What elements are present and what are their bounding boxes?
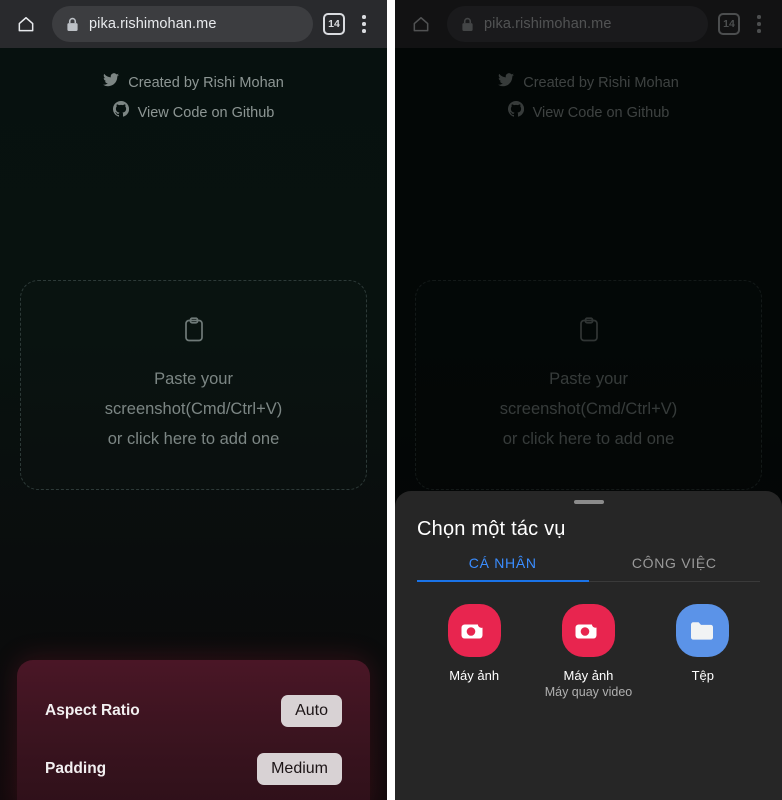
app-label: Máy ảnh	[563, 668, 614, 683]
credit-github[interactable]: View Code on Github	[0, 98, 387, 128]
app-label: Tệp	[691, 668, 715, 683]
lock-icon	[66, 17, 79, 32]
left-phone-screen: pika.rishimohan.me 14 Created by Rishi M…	[0, 0, 387, 800]
padding-value[interactable]: Medium	[257, 752, 342, 786]
camera-icon	[447, 604, 501, 657]
twitter-icon	[103, 68, 120, 98]
settings-card: Aspect Ratio Auto Padding Medium Backgro…	[17, 660, 370, 800]
folder-icon	[676, 604, 730, 657]
dropzone-line-3: or click here to add one	[107, 429, 280, 448]
web-page-content: Created by Rishi Mohan View Code on Gith…	[0, 48, 387, 800]
app-item-camera[interactable]: Máy ảnh	[417, 604, 531, 701]
app-label: Máy ảnh	[449, 668, 500, 683]
right-phone-screen: pika.rishimohan.me 14 Created by Rishi M…	[395, 0, 782, 800]
dual-screenshot-stage: pika.rishimohan.me 14 Created by Rishi M…	[0, 0, 782, 800]
app-item-camera-video[interactable]: Máy ảnh Máy quay video	[531, 604, 645, 701]
choose-task-bottom-sheet: Chọn một tác vụ CÁ NHÂN CÔNG VIỆC Máy ản…	[395, 491, 782, 800]
sheet-title: Chọn một tác vụ	[417, 518, 566, 540]
dropzone-line-2: screenshot(Cmd/Ctrl+V)	[104, 399, 283, 418]
credit-twitter-label: Created by Rishi Mohan	[128, 75, 284, 91]
credit-twitter[interactable]: Created by Rishi Mohan	[0, 68, 387, 98]
app-sublabel: Máy quay video	[544, 685, 633, 699]
home-icon[interactable]	[8, 6, 44, 42]
tab-counter-button[interactable]: 14	[323, 13, 345, 35]
tab-personal[interactable]: CÁ NHÂN	[417, 555, 589, 582]
credits-block: Created by Rishi Mohan View Code on Gith…	[0, 48, 387, 128]
kebab-menu-icon[interactable]	[349, 8, 379, 40]
paste-dropzone[interactable]: Paste your screenshot(Cmd/Ctrl+V) or cli…	[20, 280, 367, 490]
sheet-tabs: CÁ NHÂN CÔNG VIỆC	[417, 555, 760, 582]
padding-label: Padding	[45, 760, 107, 777]
browser-toolbar: pika.rishimohan.me 14	[0, 0, 387, 48]
github-icon	[112, 98, 129, 128]
tab-count-label: 14	[328, 18, 340, 30]
address-bar[interactable]: pika.rishimohan.me	[52, 6, 313, 42]
setting-aspect-ratio: Aspect Ratio Auto	[45, 682, 342, 740]
clipboard-icon	[183, 316, 205, 348]
sheet-app-list: Máy ảnh Máy ảnh Máy quay video Tệp	[417, 582, 760, 701]
camera-icon	[561, 604, 615, 657]
credit-github-label: View Code on Github	[137, 105, 275, 121]
tab-work[interactable]: CÔNG VIỆC	[589, 555, 761, 581]
aspect-ratio-value[interactable]: Auto	[281, 694, 342, 728]
app-item-files[interactable]: Tệp	[646, 604, 760, 701]
setting-padding: Padding Medium	[45, 740, 342, 798]
url-text: pika.rishimohan.me	[89, 16, 217, 32]
aspect-ratio-label: Aspect Ratio	[45, 702, 140, 719]
dropzone-line-1: Paste your	[154, 369, 233, 388]
sheet-drag-handle[interactable]	[573, 500, 604, 504]
